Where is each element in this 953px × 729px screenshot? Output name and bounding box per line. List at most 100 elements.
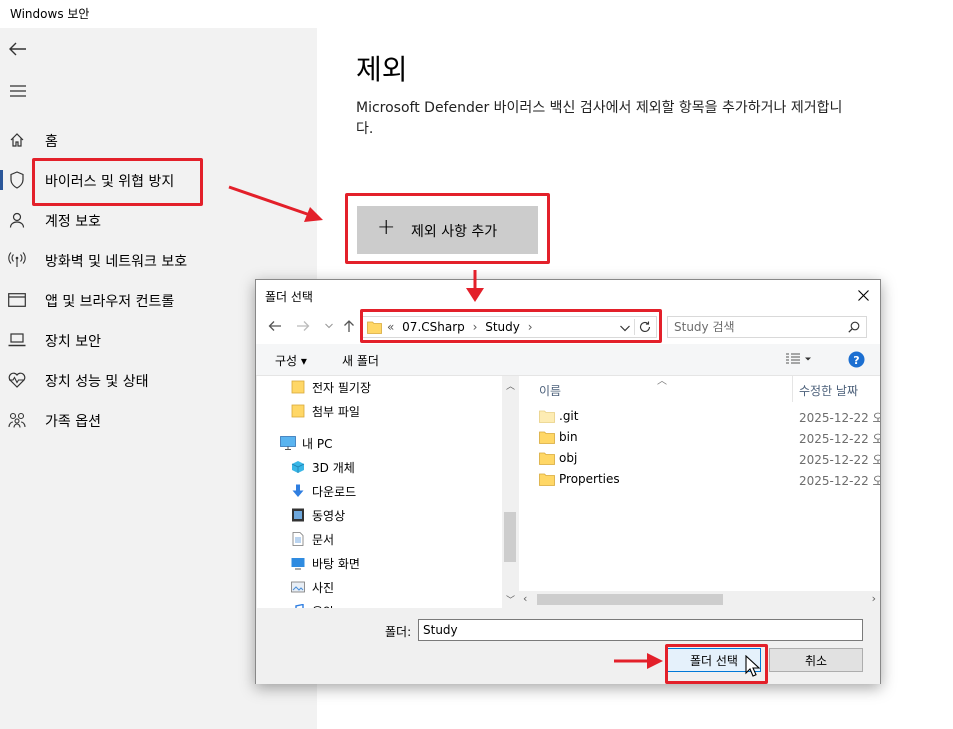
details-view-icon bbox=[786, 353, 811, 364]
recent-locations-button[interactable] bbox=[320, 317, 338, 335]
cancel-button[interactable]: 취소 bbox=[769, 648, 863, 672]
sidebar-item-home[interactable]: 홈 bbox=[0, 122, 317, 158]
file-modified: 2025-12-22 오 bbox=[799, 474, 880, 488]
tree-item-desktop[interactable]: 바탕 화면 bbox=[290, 552, 360, 574]
tree-item-this-pc[interactable]: 내 PC bbox=[280, 432, 332, 454]
hamburger-icon bbox=[10, 85, 26, 97]
scroll-up-icon[interactable]: ︿ bbox=[506, 379, 515, 392]
help-button[interactable]: ? bbox=[848, 351, 865, 371]
page-title: 제외 bbox=[356, 53, 408, 86]
laptop-icon bbox=[8, 331, 26, 349]
help-icon: ? bbox=[848, 351, 865, 368]
sidebar-item-label: 계정 보호 bbox=[45, 214, 101, 230]
scroll-right-icon[interactable]: › bbox=[872, 592, 876, 605]
tree-item-attachments[interactable]: 첨부 파일 bbox=[290, 400, 360, 422]
tree-item-videos[interactable]: 동영상 bbox=[290, 504, 345, 526]
search-input[interactable] bbox=[674, 319, 844, 335]
svg-text:?: ? bbox=[853, 354, 859, 367]
tree-scrollbar[interactable]: ︿ ﹀ bbox=[502, 376, 518, 608]
folder-icon bbox=[539, 410, 555, 423]
file-list-hscrollbar[interactable]: ‹ › bbox=[519, 591, 880, 608]
file-row-obj[interactable]: obj 2025-12-22 오 bbox=[519, 448, 880, 469]
selection-indicator bbox=[0, 170, 3, 190]
dialog-title-bar: 폴더 선택 bbox=[256, 280, 880, 310]
tree-item-label: 바탕 화면 bbox=[312, 556, 360, 571]
column-header-name[interactable]: 이름 bbox=[539, 382, 561, 399]
sidebar-item-label: 홈 bbox=[45, 134, 58, 150]
sidebar-item-label: 앱 및 브라우저 컨트롤 bbox=[45, 294, 175, 310]
file-row-git[interactable]: .git 2025-12-22 오 bbox=[519, 406, 880, 427]
tree-item-pictures[interactable]: 사진 bbox=[290, 576, 334, 598]
heart-pulse-icon bbox=[8, 371, 26, 389]
tree-item-3d-objects[interactable]: 3D 개체 bbox=[290, 456, 355, 478]
back-arrow-icon bbox=[268, 321, 281, 331]
file-name: obj bbox=[559, 451, 578, 465]
annotation-arrow-icon bbox=[614, 653, 663, 669]
folder-tree: 전자 필기장 첨부 파일 내 PC 3D 개체 다운로드 동영상 문서 바탕 화… bbox=[257, 376, 517, 608]
tree-item-label: 문서 bbox=[312, 532, 335, 547]
organize-button[interactable]: 구성 ▾ bbox=[275, 352, 307, 369]
annotation-box-virus-protection bbox=[32, 158, 203, 206]
view-options-button[interactable] bbox=[786, 353, 812, 368]
scroll-left-icon[interactable]: ‹ bbox=[523, 592, 527, 605]
tree-item-label: 전자 필기장 bbox=[312, 380, 372, 395]
dialog-title: 폴더 선택 bbox=[265, 290, 313, 304]
up-arrow-icon bbox=[344, 320, 354, 332]
sidebar-item-label: 장치 성능 및 상태 bbox=[45, 374, 149, 390]
file-name: Properties bbox=[559, 472, 620, 486]
sidebar-item-label: 장치 보안 bbox=[45, 334, 101, 350]
antenna-icon bbox=[8, 251, 26, 269]
shield-icon bbox=[8, 171, 26, 189]
dialog-toolbar: 구성 ▾ 새 폴더 ? bbox=[256, 344, 880, 376]
file-modified: 2025-12-22 오 bbox=[799, 411, 880, 425]
back-arrow-icon bbox=[9, 42, 26, 56]
back-button[interactable] bbox=[266, 317, 284, 335]
window-title: Windows 보안 bbox=[10, 7, 90, 21]
home-icon bbox=[8, 131, 26, 149]
page-description: Microsoft Defender 바이러스 백신 검사에서 제외할 항목을 … bbox=[356, 100, 843, 137]
tree-item-notebook[interactable]: 전자 필기장 bbox=[290, 376, 371, 398]
close-button[interactable] bbox=[852, 284, 874, 306]
title-bar: Windows 보안 bbox=[0, 0, 953, 28]
person-icon bbox=[8, 211, 26, 229]
picture-icon bbox=[290, 579, 306, 595]
sidebar-item-label: 방화벽 및 네트워크 보호 bbox=[45, 254, 188, 270]
folder-label: 폴더: bbox=[385, 625, 412, 639]
menu-button[interactable] bbox=[6, 79, 30, 103]
scrollbar-thumb[interactable] bbox=[504, 512, 516, 562]
chevron-down-icon bbox=[325, 323, 333, 329]
app-window-icon bbox=[8, 291, 26, 309]
tree-item-label: 첨부 파일 bbox=[312, 404, 360, 419]
cube-icon bbox=[290, 459, 306, 475]
folder-icon bbox=[539, 431, 555, 444]
folder-icon bbox=[290, 403, 306, 419]
back-button[interactable] bbox=[6, 37, 30, 61]
search-box[interactable] bbox=[667, 316, 867, 338]
tree-item-documents[interactable]: 문서 bbox=[290, 528, 334, 550]
new-folder-button[interactable]: 새 폴더 bbox=[342, 352, 379, 369]
tree-item-music[interactable]: 음악 bbox=[290, 600, 334, 608]
file-row-bin[interactable]: bin 2025-12-22 오 bbox=[519, 427, 880, 448]
forward-button[interactable] bbox=[294, 317, 312, 335]
column-header-modified[interactable]: 수정한 날짜 bbox=[799, 382, 858, 399]
close-icon bbox=[857, 289, 869, 301]
column-divider[interactable] bbox=[792, 376, 793, 402]
folder-icon bbox=[290, 379, 306, 395]
computer-icon bbox=[280, 435, 296, 451]
tree-item-label: 3D 개체 bbox=[312, 460, 355, 475]
tree-item-downloads[interactable]: 다운로드 bbox=[290, 480, 356, 502]
annotation-box-select-folder bbox=[665, 644, 768, 684]
tree-item-label: 사진 bbox=[312, 580, 335, 595]
up-button[interactable] bbox=[340, 317, 358, 335]
scrollbar-thumb[interactable] bbox=[537, 594, 723, 605]
tree-item-label: 다운로드 bbox=[312, 484, 357, 499]
file-name: bin bbox=[559, 430, 578, 444]
sidebar-item-firewall[interactable]: 방화벽 및 네트워크 보호 bbox=[0, 242, 317, 278]
sort-ascending-icon: ︿ bbox=[657, 376, 667, 387]
annotation-arrow-icon bbox=[228, 185, 323, 222]
file-modified: 2025-12-22 오 bbox=[799, 432, 880, 446]
file-name: .git bbox=[559, 409, 579, 423]
scroll-down-icon[interactable]: ﹀ bbox=[506, 593, 515, 606]
file-row-properties[interactable]: Properties 2025-12-22 오 bbox=[519, 469, 880, 490]
folder-name-input[interactable] bbox=[418, 619, 863, 641]
